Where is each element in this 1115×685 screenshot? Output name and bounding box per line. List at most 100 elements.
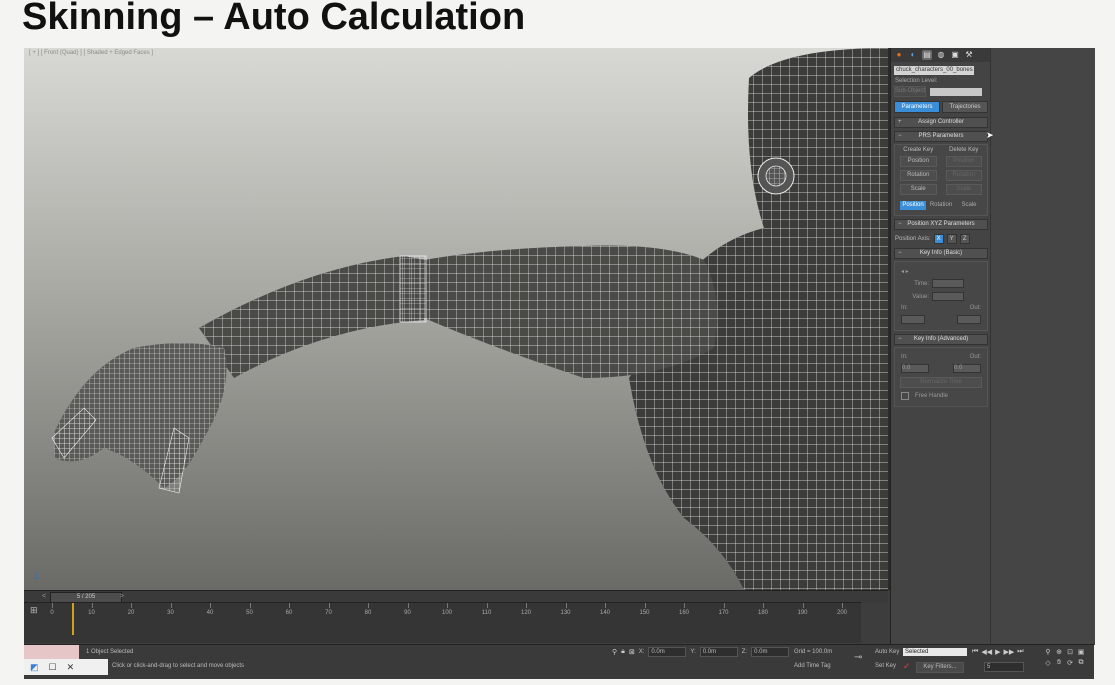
x-coordinate-field[interactable]: 0.0m [648, 647, 687, 657]
object-name-field[interactable]: chuck_characters_00_bones [894, 66, 974, 75]
trackbar[interactable]: ⊞ 0 10 20 30 40 50 60 70 80 90 100 110 120 130 140 150 1… [24, 602, 861, 643]
viewport[interactable]: [ + ] [ Front (Quad) ] [ Shaded + Edged … [24, 48, 889, 590]
zoom-icon[interactable]: ⚲ [1044, 648, 1052, 656]
zoom-extents-all-icon[interactable]: ▣ [1077, 648, 1085, 656]
out-tangent-button[interactable] [957, 315, 981, 324]
slide-title: Skinning – Auto Calculation [22, 0, 526, 38]
axis-x-button[interactable]: X [933, 234, 944, 244]
y-label: Y: [690, 649, 696, 655]
y-coordinate-field[interactable]: 0.0m [699, 647, 738, 657]
field-of-view-icon[interactable]: ◇ [1044, 659, 1052, 667]
next-frame-icon[interactable]: ▶▶ [1003, 648, 1014, 656]
trackbar-tick-label: 10 [88, 610, 95, 616]
command-panel: ● ◐ ▤ ◍ ▣ ⚒ chuck_characters_00_bones Se… [890, 48, 991, 645]
trackbar-tick [407, 603, 409, 608]
pin-icon[interactable]: ⚲ [612, 648, 617, 656]
value-field[interactable] [932, 292, 964, 301]
trackbar-tick-label: 190 [797, 610, 808, 616]
previous-frame-icon[interactable]: ◀◀ [981, 648, 992, 656]
delete-position-key-button[interactable]: Position [945, 156, 982, 167]
play-icon[interactable]: ▶ [995, 648, 1000, 656]
selection-status: 1 Object Selected [86, 649, 134, 655]
current-frame-marker [71, 603, 74, 635]
key-info-basic-rollout[interactable]: − Key Info (Basic) [894, 248, 988, 259]
go-to-end-icon[interactable]: ⏭ [1017, 648, 1023, 656]
zoom-extents-icon[interactable]: ⊡ [1066, 648, 1074, 656]
trackbar-tick-label: 110 [481, 610, 492, 616]
utilities-icon[interactable]: ⚒ [964, 50, 974, 60]
app-icon[interactable]: ◩ [30, 662, 39, 673]
pan-icon[interactable]: ✋︎ [1055, 659, 1063, 667]
prs-tab-scale[interactable]: Scale [956, 201, 982, 210]
sub-object-button[interactable]: Sub-Object [894, 86, 926, 97]
maximize-viewport-icon[interactable]: ⧉ [1077, 659, 1085, 667]
create-rotation-key-button[interactable]: Rotation [900, 170, 937, 181]
lock-icon[interactable]: 🔒︎ [621, 648, 625, 656]
add-time-tag-button[interactable]: Add Time Tag [794, 663, 831, 669]
expand-icon: + [898, 119, 902, 125]
key-icon[interactable]: ⊸ [854, 652, 862, 663]
key-info-advanced-rollout[interactable]: − Key Info (Advanced) [894, 334, 988, 345]
prs-tab-rotation[interactable]: Rotation [928, 201, 954, 210]
sub-object-field[interactable] [930, 87, 982, 96]
motion-icon[interactable]: ◍ [936, 50, 946, 60]
free-handle-checkbox[interactable] [901, 392, 909, 400]
go-to-start-icon[interactable]: ⏮ [972, 648, 978, 656]
free-handle-label: Free Handle [915, 393, 949, 399]
command-panel-extension [990, 48, 1095, 645]
key-filters-button[interactable]: Key Filters... [916, 662, 964, 673]
key-selection-dropdown[interactable]: Selected [903, 648, 967, 656]
tab-trajectories[interactable]: Trajectories [942, 101, 988, 113]
close-icon[interactable]: ✕ [67, 662, 75, 673]
status-bar: ◩ ☐ ✕ 1 Object Selected Click or click-a… [24, 644, 1094, 679]
create-position-key-button[interactable]: Position [900, 156, 937, 167]
current-frame-field[interactable]: 5 [984, 662, 1024, 672]
hierarchy-icon[interactable]: ▤ [922, 50, 932, 60]
set-key-icon[interactable]: ✓ [903, 661, 913, 671]
trackbar-tick-label: 150 [639, 610, 650, 616]
axis-z-button[interactable]: Z [959, 234, 970, 244]
in-tangent-button[interactable] [901, 315, 925, 324]
display-icon[interactable]: ▣ [950, 50, 960, 60]
key-info-advanced-group: In: Out: 0.0 0.0 Normalize Time Free Han… [894, 347, 988, 407]
maxscript-listener[interactable] [24, 645, 79, 659]
adv-out-field[interactable]: 0.0 [953, 364, 981, 373]
trackbar-tick-label: 90 [404, 610, 411, 616]
normalize-time-button[interactable]: Normalize Time [900, 377, 982, 388]
axis-y-button[interactable]: Y [946, 234, 957, 244]
curve-editor-icon[interactable]: ⊞ [30, 605, 38, 616]
absolute-mode-icon[interactable]: ⊠ [629, 648, 635, 656]
trackbar-tick-label: 30 [167, 610, 174, 616]
position-xyz-rollout[interactable]: − Position XYZ Parameters [894, 219, 988, 230]
trackbar-tick-label: 140 [599, 610, 611, 616]
assign-controller-rollout[interactable]: + Assign Controller [894, 117, 988, 128]
set-key-button[interactable]: Set Key [875, 663, 896, 669]
time-slider-prev-button[interactable]: < [42, 591, 46, 602]
auto-key-button[interactable]: Auto Key [875, 649, 899, 655]
trackbar-tick [605, 603, 606, 608]
maximize-icon[interactable]: ☐ [49, 662, 57, 673]
zoom-all-icon[interactable]: ⊕ [1055, 648, 1063, 656]
time-field[interactable] [932, 279, 964, 288]
trackbar-ruler: 0 10 20 30 40 50 60 70 80 90 100 110 120 130 140 150 160… [50, 603, 862, 619]
time-slider-next-button[interactable]: > [120, 591, 124, 602]
trackbar-tick [723, 603, 725, 608]
coordinate-display: ⚲ 🔒︎ ⊠ X: 0.0m Y: 0.0m Z: 0.0m [612, 647, 790, 657]
delete-scale-key-button[interactable]: Scale [945, 184, 982, 195]
playback-controls: ⏮ ◀◀ ▶ ▶▶ ⏭ [972, 648, 1024, 656]
trackbar-tick-label: 40 [206, 610, 214, 616]
z-coordinate-field[interactable]: 0.0m [751, 647, 790, 657]
create-scale-key-button[interactable]: Scale [900, 184, 937, 195]
in-label: In: [901, 305, 908, 311]
modify-icon[interactable]: ◐ [908, 50, 918, 60]
time-label: Time: [914, 280, 929, 287]
key-arrows-icon[interactable]: ◂ ▸ [901, 268, 929, 275]
adv-in-field[interactable]: 0.0 [901, 364, 929, 373]
create-icon[interactable]: ● [894, 50, 904, 60]
delete-rotation-key-button[interactable]: Rotation [945, 170, 982, 181]
prs-tab-position[interactable]: Position [900, 201, 926, 210]
prs-parameters-rollout[interactable]: − PRS Parameters [894, 131, 988, 142]
grid-size: Grid = 100.0m [794, 649, 833, 655]
tab-parameters[interactable]: Parameters [894, 101, 940, 113]
orbit-icon[interactable]: ⟳ [1066, 659, 1074, 667]
